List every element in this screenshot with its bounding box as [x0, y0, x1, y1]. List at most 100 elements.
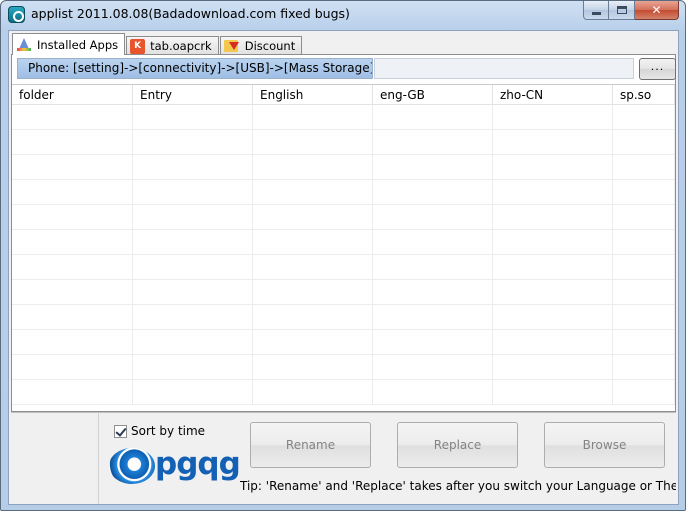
table-row[interactable]: [12, 330, 675, 355]
column-header-sp-so[interactable]: sp.so: [613, 85, 675, 105]
column-header-folder[interactable]: folder: [12, 85, 133, 105]
table-row[interactable]: [12, 205, 675, 230]
minimize-icon: [591, 11, 601, 15]
table-cell: [493, 155, 613, 180]
tab-label: Installed Apps: [37, 37, 119, 52]
path-input[interactable]: [374, 58, 634, 79]
table-cell: [493, 130, 613, 155]
tab-oapcrk[interactable]: K tab.oapcrk: [126, 36, 219, 55]
table-cell: [373, 380, 493, 405]
discount-icon: [223, 38, 240, 54]
tab-label: Discount: [244, 39, 296, 53]
table-cell: [253, 305, 373, 330]
table-cell: [12, 205, 133, 230]
table-row[interactable]: [12, 280, 675, 305]
table-cell: [373, 130, 493, 155]
table-cell: [613, 280, 675, 305]
table-cell: [613, 130, 675, 155]
table-cell: [493, 230, 613, 255]
window-title: applist 2011.08.08(Badadownload.com fixe…: [31, 6, 350, 21]
table-cell: [493, 305, 613, 330]
table-cell: [133, 330, 253, 355]
table-cell: [12, 105, 133, 130]
close-button[interactable]: ✕: [635, 1, 679, 20]
table-cell: [133, 155, 253, 180]
table-row[interactable]: [12, 230, 675, 255]
table-cell: [493, 180, 613, 205]
table-cell: [373, 205, 493, 230]
table-cell: [253, 155, 373, 180]
close-icon: ✕: [651, 3, 662, 17]
table-row[interactable]: [12, 130, 675, 155]
table-cell: [493, 380, 613, 405]
column-header-eng-gb[interactable]: eng-GB: [373, 85, 493, 105]
table-cell: [133, 255, 253, 280]
title-bar[interactable]: applist 2011.08.08(Badadownload.com fixe…: [1, 1, 685, 29]
table-cell: [253, 330, 373, 355]
tab-discount[interactable]: Discount: [219, 36, 303, 55]
app-window: applist 2011.08.08(Badadownload.com fixe…: [0, 0, 686, 511]
browse-path-button[interactable]: ...: [639, 58, 676, 80]
sort-by-time-checkbox[interactable]: [114, 424, 127, 438]
table-cell: [493, 330, 613, 355]
left-spacer: [11, 413, 99, 504]
replace-button[interactable]: Replace: [397, 422, 518, 468]
table-cell: [12, 230, 133, 255]
column-header-entry[interactable]: Entry: [133, 85, 253, 105]
sort-by-time-option[interactable]: Sort by time: [114, 424, 205, 438]
table-row[interactable]: [12, 305, 675, 330]
table-cell: [12, 280, 133, 305]
table-cell: [493, 355, 613, 380]
table-cell: [613, 355, 675, 380]
column-header-english[interactable]: English: [253, 85, 373, 105]
table-cell: [493, 280, 613, 305]
table-cell: [373, 280, 493, 305]
maximize-icon: [616, 6, 627, 14]
table-cell: [253, 205, 373, 230]
table-cell: [613, 305, 675, 330]
table-cell: [133, 280, 253, 305]
table-row[interactable]: [12, 380, 675, 405]
pgqg-logo: pgqg: [107, 446, 241, 486]
table-row[interactable]: [12, 105, 675, 130]
table-cell: [373, 355, 493, 380]
table-cell: [12, 155, 133, 180]
table-cell: [373, 105, 493, 130]
table-cell: [253, 255, 373, 280]
table-row[interactable]: [12, 155, 675, 180]
table-cell: [133, 355, 253, 380]
tab-installed-apps[interactable]: Installed Apps: [12, 33, 126, 55]
browse-button[interactable]: Browse: [544, 422, 665, 468]
table-cell: [613, 155, 675, 180]
table-cell: [253, 280, 373, 305]
table-row[interactable]: [12, 355, 675, 380]
table-cell: [133, 305, 253, 330]
oap-icon: K: [130, 38, 146, 54]
grid-body: [12, 105, 675, 405]
table-cell: [373, 330, 493, 355]
tab-label: tab.oapcrk: [150, 39, 212, 53]
rename-button[interactable]: Rename: [250, 422, 371, 468]
table-cell: [133, 380, 253, 405]
table-cell: [373, 305, 493, 330]
table-cell: [253, 230, 373, 255]
table-cell: [12, 130, 133, 155]
window-controls: ✕: [583, 1, 679, 20]
table-row[interactable]: [12, 255, 675, 280]
bottom-panel: Sort by time pgqg Rename Replace Browse …: [11, 412, 676, 504]
app-list-grid[interactable]: folder Entry English eng-GB zho-CN sp.so: [12, 84, 675, 411]
table-row[interactable]: [12, 180, 675, 205]
table-cell: [613, 105, 675, 130]
table-cell: [493, 105, 613, 130]
table-cell: [133, 180, 253, 205]
table-cell: [613, 205, 675, 230]
installed-apps-icon: [16, 37, 32, 53]
table-cell: [133, 105, 253, 130]
logo-text: pgqg: [155, 446, 241, 482]
minimize-button[interactable]: [583, 1, 609, 20]
tab-strip: Installed Apps K tab.oapcrk Discount: [12, 33, 303, 55]
table-cell: [373, 230, 493, 255]
table-cell: [133, 130, 253, 155]
maximize-button[interactable]: [609, 1, 635, 20]
column-header-zho-cn[interactable]: zho-CN: [493, 85, 613, 105]
